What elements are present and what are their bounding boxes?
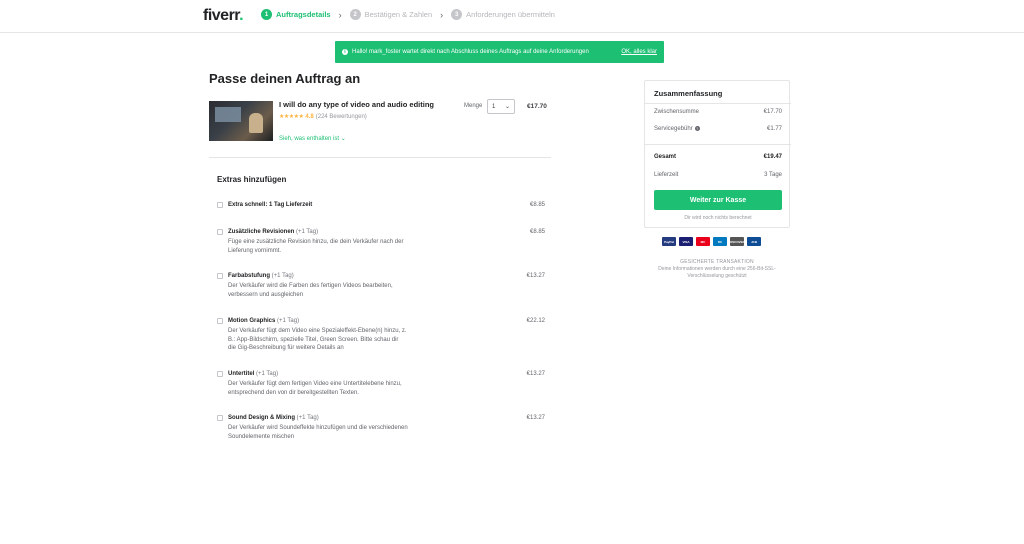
delivery-value: 3 Tage: [764, 172, 782, 178]
extra-description: Der Verkäufer fügt dem Video eine Spezia…: [228, 328, 407, 351]
subtotal-row: Zwischensumme €17.70: [654, 109, 782, 115]
page-title: Passe deinen Auftrag an: [209, 71, 361, 86]
chevron-right-icon: ›: [440, 9, 444, 20]
divider: [645, 144, 791, 145]
extra-name: Zusätzliche Revisionen (+1 Tag): [228, 229, 319, 235]
service-fee-value: €1.77: [766, 126, 782, 132]
chevron-down-icon: ⌄: [504, 104, 510, 110]
divider: [645, 103, 791, 104]
quantity-select[interactable]: 1 ⌄: [487, 99, 515, 114]
help-icon[interactable]: ?: [694, 126, 700, 131]
review-count: (224 Bewertungen): [315, 113, 367, 120]
delivery-row: Lieferzeit 3 Tage: [654, 172, 782, 178]
checkout-steps: 1 Auftragsdetails › 2 Bestätigen & Zahle…: [261, 9, 555, 20]
paypal-icon: PayPal: [662, 237, 676, 246]
extra-description: Der Verkäufer wird die Farben des fertig…: [228, 283, 393, 298]
step-label: Auftragsdetails: [276, 10, 331, 19]
step-number: 1: [261, 9, 272, 20]
total-label: Gesamt: [654, 154, 677, 160]
gig-title: I will do any type of video and audio ed…: [279, 100, 435, 109]
extra-checkbox[interactable]: [217, 229, 223, 235]
star-icons: ★★★★★: [279, 114, 304, 120]
rating-value: 4.8: [305, 113, 314, 120]
total-value: €19.47: [763, 154, 782, 160]
thumbnail-person: [249, 113, 263, 133]
toast-ok-link[interactable]: OK, alles klar: [621, 49, 657, 55]
gig-price: €17.70: [527, 103, 547, 110]
mastercard-icon: MC: [696, 237, 710, 246]
jcb-icon: JCB: [747, 237, 761, 246]
gig-rating: ★★★★★ 4.8 (224 Bewertungen): [279, 113, 367, 121]
step-requirements[interactable]: 3 Anforderungen übermitteln: [451, 9, 555, 20]
order-summary: Zusammenfassung Zwischensumme €17.70 Ser…: [644, 80, 791, 228]
extra-price: €8.85: [529, 202, 545, 208]
divider: [209, 157, 551, 158]
quantity-label: Menge: [464, 103, 483, 109]
delivery-label: Lieferzeit: [654, 172, 679, 178]
extra-checkbox[interactable]: [217, 273, 223, 279]
thumbnail-screen: [215, 107, 241, 122]
extra-price: €22.12: [526, 318, 545, 324]
extra-price: €8.85: [529, 229, 545, 235]
quantity-value: 1: [492, 103, 496, 110]
extra-name: Sound Design & Mixing (+1 Tag): [228, 415, 319, 421]
step-confirm-pay[interactable]: 2 Bestätigen & Zahlen: [349, 9, 433, 20]
step-number: 3: [451, 9, 463, 20]
extra-checkbox[interactable]: [217, 371, 223, 377]
secure-title: GESICHERTE TRANSAKTION: [680, 259, 754, 265]
extra-checkbox[interactable]: [217, 318, 223, 324]
subtotal-label: Zwischensumme: [654, 109, 700, 115]
chevron-right-icon: ›: [338, 9, 342, 20]
payment-methods: PayPal VISA MC DC DISCOVER JCB: [662, 237, 761, 246]
extras-title: Extras hinzufügen: [217, 175, 287, 184]
extra-name: Farbabstufung (+1 Tag): [228, 273, 294, 279]
gig-thumbnail: [209, 101, 273, 141]
extra-description: Der Verkäufer fügt dem fertigen Video ei…: [228, 381, 402, 396]
service-fee-row: Servicegebühr? €1.77: [654, 126, 782, 132]
subtotal-value: €17.70: [763, 109, 782, 115]
extra-name: Motion Graphics (+1 Tag): [228, 318, 300, 324]
extra-checkbox[interactable]: [217, 202, 223, 208]
extra-description: Der Verkäufer wird Soundeffekte hinzufüg…: [228, 425, 408, 440]
total-row: Gesamt €19.47: [654, 154, 782, 160]
summary-title: Zusammenfassung: [654, 89, 723, 98]
service-fee-label: Servicegebühr: [654, 126, 693, 132]
checkout-button[interactable]: Weiter zur Kasse: [654, 190, 782, 210]
summary-note: Dir wird noch nichts berechnet: [684, 215, 752, 221]
extra-name: Untertitel (+1 Tag): [228, 371, 279, 377]
step-order-details[interactable]: 1 Auftragsdetails: [261, 9, 331, 20]
step-label: Bestätigen & Zahlen: [364, 10, 433, 19]
secure-text: Deine Informationen werden durch eine 25…: [658, 266, 776, 279]
step-label: Anforderungen übermitteln: [466, 10, 555, 19]
extra-price: €13.27: [526, 273, 545, 279]
diners-icon: DC: [713, 237, 727, 246]
extra-name: Extra schnell: 1 Tag Lieferzeit: [228, 202, 313, 208]
extra-checkbox[interactable]: [217, 415, 223, 421]
discover-icon: DISCOVER: [729, 237, 745, 246]
visa-icon: VISA: [679, 237, 693, 246]
extra-description: Füge eine zusätzliche Revision hinzu, di…: [228, 239, 404, 254]
fiverr-logo[interactable]: fiverr.: [203, 7, 244, 25]
top-header: fiverr. 1 Auftragsdetails › 2 Bestätigen…: [0, 0, 1024, 33]
info-toast: i Hallo! mark_foster wartet direkt nach …: [335, 41, 664, 63]
info-icon: i: [342, 49, 348, 55]
toast-message: Hallo! mark_foster wartet direkt nach Ab…: [352, 49, 589, 55]
step-number: 2: [349, 9, 361, 20]
see-included-link[interactable]: Sieh, was enthalten ist ⌄: [279, 135, 346, 142]
extra-price: €13.27: [526, 415, 545, 421]
extra-price: €13.27: [526, 371, 545, 377]
